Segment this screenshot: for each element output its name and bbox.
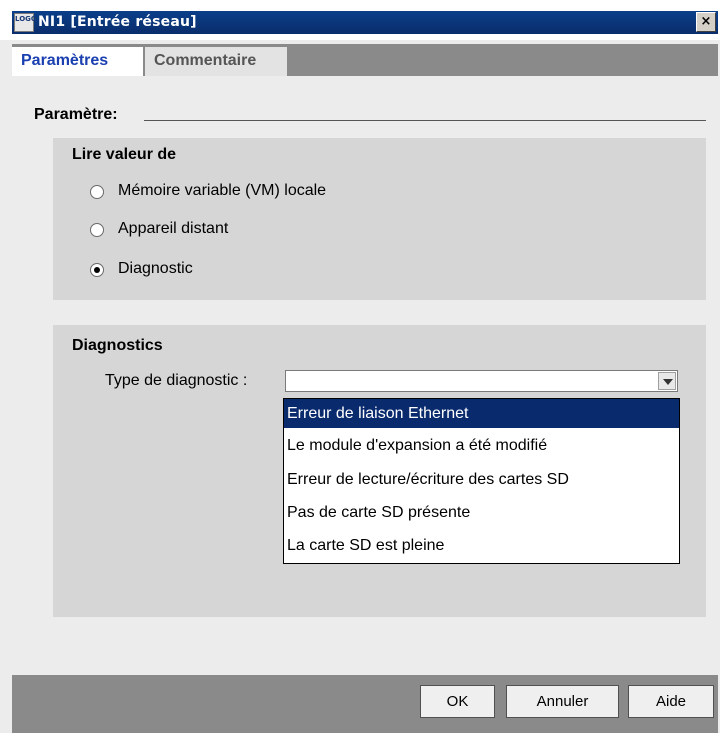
radio-button-icon[interactable] <box>90 223 104 237</box>
radio-local-vm-label: Mémoire variable (VM) locale <box>118 182 327 199</box>
window-title: NI1 [Entrée réseau] <box>38 14 197 30</box>
parametre-heading: Paramètre: <box>34 106 118 123</box>
radio-dot-icon <box>94 267 100 273</box>
tab-commentaire[interactable]: Commentaire <box>145 47 287 76</box>
radio-button-icon[interactable] <box>90 185 104 199</box>
title-bar: LOGO NI1 [Entrée réseau] × <box>0 0 720 40</box>
ok-button[interactable]: OK <box>420 685 495 718</box>
read-value-title: Lire valeur de <box>72 146 177 163</box>
dropdown-option[interactable]: La carte SD est pleine <box>284 531 679 560</box>
dropdown-option[interactable]: Erreur de liaison Ethernet <box>284 399 679 428</box>
diagnostics-title: Diagnostics <box>72 337 163 354</box>
dropdown-arrow-button[interactable] <box>658 372 676 390</box>
close-icon: × <box>700 14 712 29</box>
dropdown-option[interactable]: Le module d'expansion a été modifié <box>284 431 679 460</box>
logo-icon-text: LOGO <box>15 15 37 23</box>
parametre-divider <box>144 120 706 121</box>
diagnostic-type-label: Type de diagnostic : <box>105 372 248 389</box>
close-button[interactable]: × <box>696 12 716 32</box>
cancel-button[interactable]: Annuler <box>506 685 619 718</box>
tab-parametres[interactable]: Paramètres <box>12 47 143 76</box>
diagnostic-type-combobox[interactable] <box>285 370 678 392</box>
chevron-down-icon <box>663 379 673 385</box>
radio-diagnostic-label: Diagnostic <box>118 260 193 277</box>
diagnostic-type-dropdown-list: Erreur de liaison Ethernet Le module d'e… <box>283 398 680 564</box>
dialog-window: LOGO NI1 [Entrée réseau] × Paramètres Co… <box>0 0 720 733</box>
radio-remote-device-label: Appareil distant <box>118 220 229 237</box>
help-button[interactable]: Aide <box>628 685 714 718</box>
radio-button-checked-icon[interactable] <box>90 263 104 277</box>
logo-app-icon: LOGO <box>14 13 37 32</box>
dropdown-option[interactable]: Erreur de lecture/écriture des cartes SD <box>284 465 679 494</box>
dropdown-option[interactable]: Pas de carte SD présente <box>284 498 679 527</box>
